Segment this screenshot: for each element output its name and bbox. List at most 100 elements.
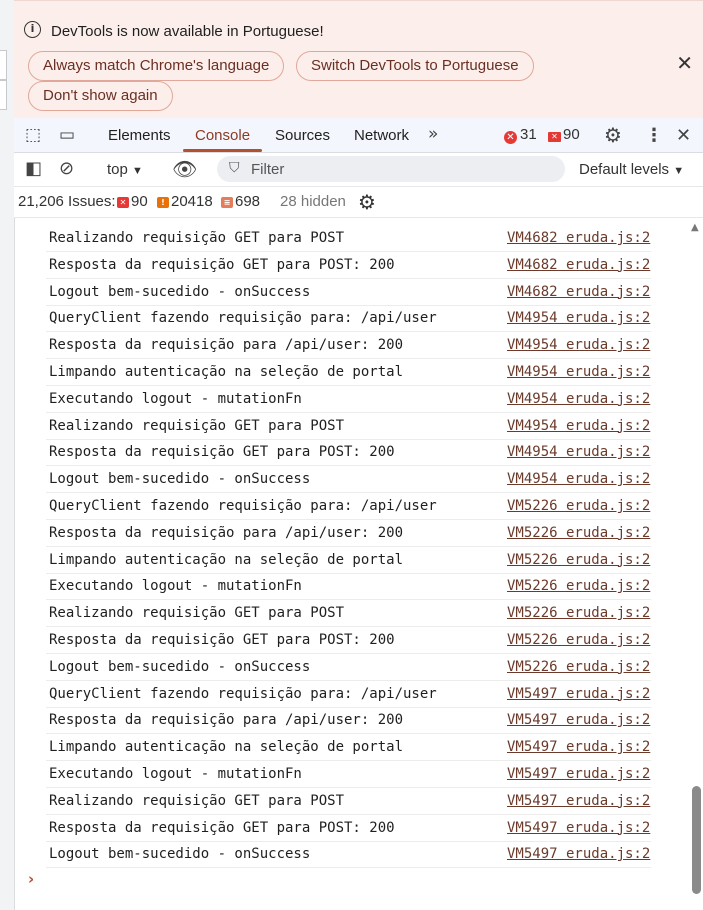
- console-message-text: Logout bem-sucedido - onSuccess: [49, 846, 311, 863]
- console-message-row: Resposta da requisição GET para POST: 20…: [46, 627, 651, 654]
- source-link[interactable]: VM5226 eruda.js:2: [507, 498, 650, 514]
- console-message-row: Resposta da requisição GET para POST: 20…: [46, 815, 651, 842]
- console-message-row: QueryClient fazendo requisição para: /ap…: [46, 305, 651, 333]
- console-message-row: Executando logout - mutationFn VM5497 eru…: [46, 761, 651, 788]
- scroll-up-arrow-icon[interactable]: ▲: [691, 222, 699, 233]
- console-message-text: Logout bem-sucedido - onSuccess: [49, 471, 311, 488]
- log-levels-dropdown[interactable]: Default levels ▼: [579, 161, 684, 178]
- clear-console-icon[interactable]: ⊘: [59, 158, 74, 179]
- console-message-row: Logout bem-sucedido - onSuccess VM4954 er…: [46, 466, 651, 494]
- chevron-double-right-icon[interactable]: »: [428, 124, 438, 144]
- issues-total: 21,206 Issues:: [18, 193, 116, 210]
- console-prompt-icon[interactable]: ›: [28, 870, 34, 888]
- source-link[interactable]: VM5226 eruda.js:2: [507, 552, 650, 568]
- source-link[interactable]: VM5497 eruda.js:2: [507, 686, 650, 702]
- eye-icon[interactable]: 👁: [172, 157, 197, 181]
- device-toolbar-icon[interactable]: ▭: [59, 125, 75, 145]
- console-message-row: Resposta da requisição para /api/user: 2…: [46, 520, 651, 547]
- source-link[interactable]: VM4954 eruda.js:2: [507, 444, 650, 460]
- source-link[interactable]: VM5226 eruda.js:2: [507, 605, 650, 621]
- source-link[interactable]: VM5226 eruda.js:2: [507, 632, 650, 648]
- close-devtools-icon[interactable]: ✕: [676, 125, 691, 146]
- console-message-text: Limpando autenticação na seleção de port…: [49, 551, 404, 568]
- flag-icon: ✕: [548, 132, 561, 142]
- filter-icon: ⛉: [229, 160, 240, 176]
- source-link[interactable]: VM4682 eruda.js:2: [507, 230, 650, 246]
- filter-placeholder: Filter: [251, 161, 285, 178]
- console-message-row: Logout bem-sucedido - onSuccess VM5226 er…: [46, 654, 651, 681]
- issues-info[interactable]: ≡ 698: [221, 193, 260, 210]
- tab-console[interactable]: Console: [195, 127, 250, 144]
- source-link[interactable]: VM5497 eruda.js:2: [507, 846, 650, 862]
- filter-input[interactable]: ⛉ Filter: [217, 156, 565, 182]
- console-message-text: Realizando requisição GET para POST: [49, 605, 345, 622]
- message-icon: ≡: [221, 197, 233, 208]
- console-message-text: Executando logout - mutationFn: [49, 390, 302, 407]
- console-message-text: QueryClient fazendo requisição para: /ap…: [49, 310, 437, 327]
- error-icon: ✕: [117, 197, 129, 208]
- source-link[interactable]: VM5497 eruda.js:2: [507, 766, 650, 782]
- source-link[interactable]: VM4954 eruda.js:2: [507, 310, 650, 326]
- console-toolbar: ◧ ⊘ top ▼ 👁 ⛉ Filter Default levels ▼: [14, 153, 703, 187]
- caret-down-icon: ▼: [673, 165, 685, 177]
- gear-icon[interactable]: ⚙: [358, 190, 376, 214]
- devtools-tab-bar: ⬚ ▭ Elements Console Sources Network » ✕…: [14, 118, 703, 153]
- edge-tab[interactable]: [0, 50, 7, 80]
- source-link[interactable]: VM4954 eruda.js:2: [507, 364, 650, 380]
- warning-icon: !: [157, 197, 169, 208]
- console-message-row: Executando logout - mutationFn VM5226 eru…: [46, 573, 651, 601]
- context-selector[interactable]: top ▼: [107, 161, 143, 178]
- issues-warnings[interactable]: ! 20418: [157, 193, 213, 210]
- sidebar-toggle-icon[interactable]: ◧: [25, 158, 42, 179]
- edge-tab[interactable]: [0, 80, 7, 110]
- console-message-text: Logout bem-sucedido - onSuccess: [49, 283, 311, 300]
- gear-icon[interactable]: ⚙: [604, 123, 622, 147]
- console-message-row: Logout bem-sucedido - onSuccess VM5497 er…: [46, 841, 651, 869]
- source-link[interactable]: VM5497 eruda.js:2: [507, 793, 650, 809]
- console-message-text: Resposta da requisição para /api/user: 2…: [49, 337, 404, 354]
- source-link[interactable]: VM5497 eruda.js:2: [507, 739, 650, 755]
- source-link[interactable]: VM5497 eruda.js:2: [507, 820, 650, 836]
- console-message-text: Resposta da requisição GET para POST: 20…: [49, 632, 395, 648]
- console-message-text: Resposta da requisição para /api/user: 2…: [49, 712, 404, 729]
- scroll-thumb[interactable]: [692, 786, 701, 894]
- console-message-text: Executando logout - mutationFn: [49, 578, 302, 595]
- scrollbar[interactable]: ▲: [690, 218, 703, 910]
- source-link[interactable]: VM4954 eruda.js:2: [507, 471, 650, 487]
- console-message-row: QueryClient fazendo requisição para: /ap…: [46, 681, 651, 708]
- error-icon: ✕: [504, 131, 517, 144]
- warning-counter[interactable]: ✕ 90: [548, 126, 580, 143]
- source-link[interactable]: VM5226 eruda.js:2: [507, 659, 650, 675]
- more-options-icon[interactable]: ⋮: [645, 125, 663, 146]
- issues-errors[interactable]: ✕ 90: [117, 193, 148, 210]
- inspect-element-icon[interactable]: ⬚: [25, 125, 41, 145]
- console-message-text: Limpando autenticação na seleção de port…: [49, 364, 404, 380]
- console-message-text: Logout bem-sucedido - onSuccess: [49, 658, 311, 675]
- dont-show-again-button[interactable]: Don't show again: [28, 81, 173, 111]
- close-icon[interactable]: ✕: [676, 51, 693, 75]
- switch-language-button[interactable]: Switch DevTools to Portuguese: [296, 51, 534, 81]
- source-link[interactable]: VM4954 eruda.js:2: [507, 337, 650, 353]
- console-message-row: Limpando autenticação na seleção de port…: [46, 734, 651, 762]
- match-language-button[interactable]: Always match Chrome's language: [28, 51, 285, 81]
- console-message-row: Limpando autenticação na seleção de port…: [46, 547, 651, 574]
- caret-down-icon: ▼: [132, 165, 143, 177]
- source-link[interactable]: VM4682 eruda.js:2: [507, 284, 650, 300]
- console-message-row: Realizando requisição GET para POST VM522…: [46, 600, 651, 628]
- source-link[interactable]: VM4954 eruda.js:2: [507, 391, 650, 407]
- source-link[interactable]: VM5226 eruda.js:2: [507, 525, 650, 541]
- error-counter[interactable]: ✕ 31: [504, 126, 537, 144]
- tab-sources[interactable]: Sources: [275, 127, 330, 144]
- source-link[interactable]: VM5226 eruda.js:2: [507, 578, 650, 594]
- console-message-row: Resposta da requisição GET para POST: 20…: [46, 252, 651, 279]
- devtools-panel: i DevTools is now available in Portugues…: [14, 0, 703, 910]
- source-link[interactable]: VM4954 eruda.js:2: [507, 418, 650, 434]
- tab-elements[interactable]: Elements: [108, 127, 171, 144]
- console-message-text: Executando logout - mutationFn: [49, 766, 302, 782]
- tab-network[interactable]: Network: [354, 127, 409, 144]
- source-link[interactable]: VM4682 eruda.js:2: [507, 257, 650, 273]
- console-message-row: Realizando requisição GET para POST VM549…: [46, 788, 651, 815]
- console-message-text: Realizando requisição GET para POST: [49, 792, 345, 809]
- console-message-row: Logout bem-sucedido - onSuccess VM4682 er…: [46, 279, 651, 306]
- source-link[interactable]: VM5497 eruda.js:2: [507, 712, 650, 728]
